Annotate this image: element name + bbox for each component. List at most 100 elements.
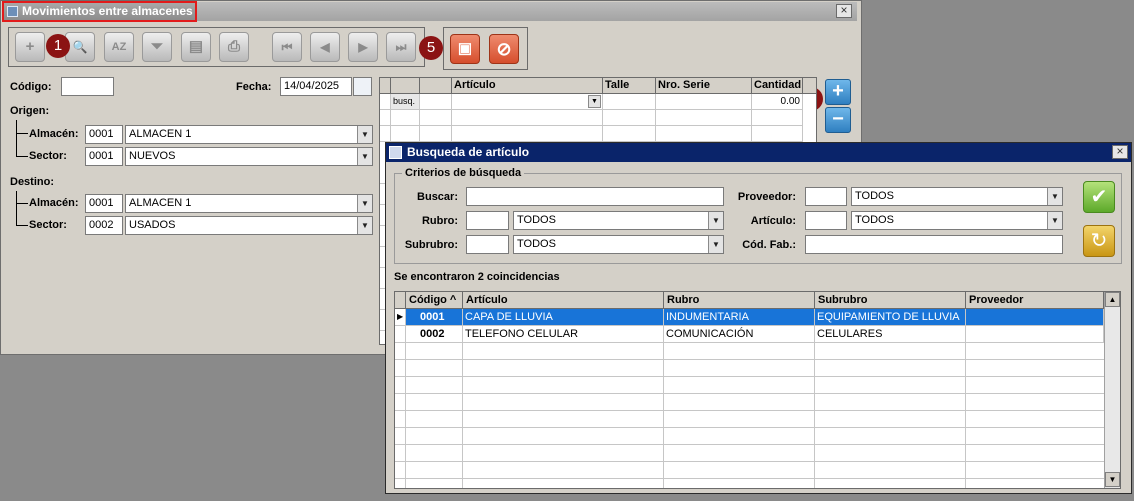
calendar-icon[interactable] bbox=[353, 77, 372, 96]
criteria-legend: Criterios de búsqueda bbox=[402, 167, 525, 179]
grid-cell-cantidad[interactable]: 0.00 bbox=[752, 94, 803, 110]
codigo-input[interactable] bbox=[61, 77, 114, 96]
fecha-input[interactable]: 14/04/2025 bbox=[280, 77, 352, 96]
grid-col-talle[interactable]: Talle bbox=[603, 78, 656, 94]
origen-almacen-select[interactable]: ALMACEN 1 ▼ bbox=[125, 125, 373, 144]
callout-5: 5 bbox=[419, 36, 443, 60]
refresh-button[interactable]: ↻ bbox=[1083, 225, 1115, 257]
destino-sector-select[interactable]: USADOS ▼ bbox=[125, 216, 373, 235]
cancel-icon: ⊘ bbox=[496, 39, 512, 59]
results-col-articulo[interactable]: Artículo bbox=[463, 292, 664, 309]
rubro-label: Rubro: bbox=[421, 215, 458, 227]
results-count: Se encontraron 2 coincidencias bbox=[394, 271, 560, 283]
results-grid[interactable]: Código ^ Artículo Rubro Subrubro Proveed… bbox=[394, 291, 1121, 489]
filter-icon: ⏷ bbox=[150, 38, 163, 55]
origen-sector-code[interactable]: 0001 bbox=[85, 147, 123, 166]
destino-almacen-code[interactable]: 0001 bbox=[85, 194, 123, 213]
articulo-code-input[interactable] bbox=[805, 211, 847, 230]
results-col-proveedor[interactable]: Proveedor bbox=[966, 292, 1104, 309]
grid-col-cantidad[interactable]: Cantidad bbox=[752, 78, 803, 94]
grid-row-indicator bbox=[380, 110, 391, 126]
destino-almacen-select[interactable]: ALMACEN 1 ▼ bbox=[125, 194, 373, 213]
table-row-1-articulo[interactable]: CAPA DE LLUVIA bbox=[463, 309, 664, 326]
chevron-down-icon: ▼ bbox=[357, 195, 372, 212]
table-row-2-rubro[interactable]: COMUNICACIÓN bbox=[664, 326, 815, 343]
articulo-select[interactable]: TODOS ▼ bbox=[851, 211, 1063, 230]
origen-sector-select[interactable]: NUEVOS ▼ bbox=[125, 147, 373, 166]
main-close-button[interactable]: × bbox=[836, 4, 852, 18]
first-icon: ⏮ bbox=[281, 40, 293, 54]
table-row-2-proveedor[interactable] bbox=[966, 326, 1104, 343]
cancel-button[interactable]: ⊘ bbox=[489, 34, 519, 64]
search-dialog: Busqueda de artículo × Criterios de búsq… bbox=[385, 142, 1132, 494]
rubro-select[interactable]: TODOS ▼ bbox=[513, 211, 724, 230]
results-col-codigo[interactable]: Código ^ bbox=[406, 292, 463, 309]
destino-tree-line bbox=[16, 191, 17, 225]
previous-icon: ◀ bbox=[320, 40, 330, 54]
results-empty-rows bbox=[395, 343, 1104, 488]
table-row-2-subrubro[interactable]: CELULARES bbox=[815, 326, 966, 343]
destino-sector-value: USADOS bbox=[129, 219, 176, 231]
print-button[interactable]: ⎙ bbox=[219, 32, 249, 62]
articulo-label: Artículo: bbox=[750, 215, 796, 227]
sort-az-icon: AZ bbox=[111, 41, 127, 53]
proveedor-code-input[interactable] bbox=[805, 187, 847, 206]
origen-sector-value: NUEVOS bbox=[129, 150, 176, 162]
results-col-rubro[interactable]: Rubro bbox=[664, 292, 815, 309]
add-row-button[interactable]: + bbox=[825, 79, 851, 105]
table-row-2-articulo[interactable]: TELEFONO CELULAR bbox=[463, 326, 664, 343]
scroll-up-icon[interactable]: ▲ bbox=[1105, 292, 1120, 307]
results-gridline bbox=[405, 343, 406, 488]
table-row-1-proveedor[interactable] bbox=[966, 309, 1104, 326]
search-close-button[interactable]: × bbox=[1112, 145, 1128, 159]
destino-sector-code[interactable]: 0002 bbox=[85, 216, 123, 235]
grid-col-blank bbox=[420, 78, 452, 94]
codfab-input[interactable] bbox=[805, 235, 1063, 254]
results-col-subrubro[interactable]: Subrubro bbox=[815, 292, 966, 309]
chevron-down-icon[interactable]: ▼ bbox=[588, 95, 601, 108]
accept-button[interactable]: ✔ bbox=[1083, 181, 1115, 213]
buscar-input[interactable] bbox=[466, 187, 724, 206]
destino-sector-label: Sector: bbox=[29, 219, 67, 231]
rubro-code-input[interactable] bbox=[466, 211, 509, 230]
busq-button[interactable]: busq. bbox=[391, 94, 420, 110]
previous-record-button[interactable]: ◀ bbox=[310, 32, 340, 62]
add-button[interactable]: + bbox=[15, 32, 45, 62]
grid-cell-serie[interactable] bbox=[656, 94, 752, 110]
filter-button[interactable]: ⏷ bbox=[142, 32, 172, 62]
table-row-1-rubro[interactable]: INDUMENTARIA bbox=[664, 309, 815, 326]
sort-button[interactable]: AZ bbox=[104, 32, 134, 62]
origen-section-label: Origen: bbox=[10, 105, 50, 117]
codfab-label: Cód. Fab.: bbox=[742, 239, 796, 251]
grid-cell-talle[interactable] bbox=[603, 94, 656, 110]
table-row-2-codigo[interactable]: 0002 bbox=[406, 326, 463, 343]
grid-col-articulo[interactable]: Artículo bbox=[452, 78, 603, 94]
results-gridline bbox=[814, 343, 815, 488]
grid-empty-cell bbox=[752, 110, 803, 126]
first-record-button[interactable]: ⏮ bbox=[272, 32, 302, 62]
subrubro-select[interactable]: TODOS ▼ bbox=[513, 235, 724, 254]
results-gridline bbox=[965, 343, 966, 488]
subrubro-code-input[interactable] bbox=[466, 235, 509, 254]
search-dialog-titlebar: Busqueda de artículo bbox=[386, 143, 1131, 162]
table-row-1-codigo[interactable]: 0001 bbox=[406, 309, 463, 326]
next-record-button[interactable]: ▶ bbox=[348, 32, 378, 62]
origen-almacen-code[interactable]: 0001 bbox=[85, 125, 123, 144]
grid-cell-articulo[interactable]: ▼ bbox=[452, 94, 603, 110]
grid-col-serie[interactable]: Nro. Serie bbox=[656, 78, 752, 94]
save-icon: ▣ bbox=[457, 40, 473, 57]
scroll-down-icon[interactable]: ▼ bbox=[1105, 472, 1120, 487]
save-button[interactable]: ▣ bbox=[450, 34, 480, 64]
grid-empty-cell bbox=[603, 110, 656, 126]
subrubro-label: Subrubro: bbox=[404, 239, 458, 251]
proveedor-value: TODOS bbox=[855, 190, 894, 202]
proveedor-select[interactable]: TODOS ▼ bbox=[851, 187, 1063, 206]
last-record-button[interactable]: ⏭ bbox=[386, 32, 416, 62]
clipboard-button[interactable]: ▤ bbox=[181, 32, 211, 62]
table-row-1-subrubro[interactable]: EQUIPAMIENTO DE LLUVIA bbox=[815, 309, 966, 326]
chevron-down-icon: ▼ bbox=[357, 148, 372, 165]
results-scrollbar[interactable]: ▲ ▼ bbox=[1104, 292, 1120, 488]
grid-empty-cell bbox=[452, 126, 603, 142]
grid-row-indicator bbox=[380, 126, 391, 142]
remove-row-button[interactable]: − bbox=[825, 107, 851, 133]
